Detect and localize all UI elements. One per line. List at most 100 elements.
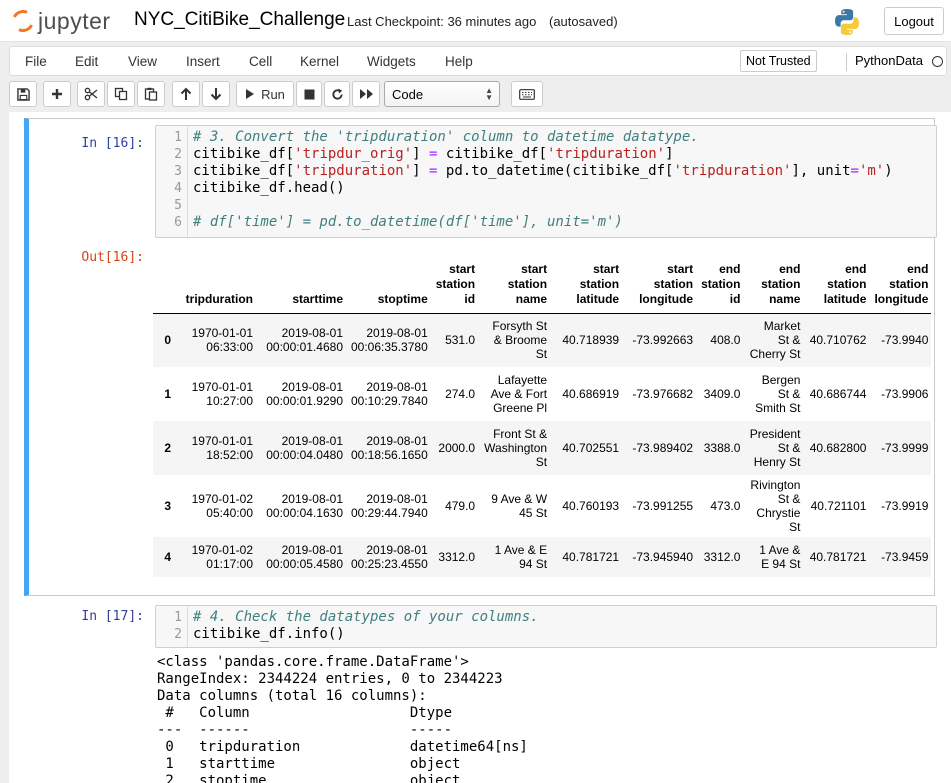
cut-cell-button[interactable] xyxy=(77,81,105,107)
output-line: --- ------ ----- xyxy=(157,722,453,738)
move-cell-down-button[interactable] xyxy=(202,81,230,107)
code-line: citibike_df.info() xyxy=(193,626,345,642)
menu-edit[interactable]: Edit xyxy=(75,54,98,69)
table-cell: 274.0 xyxy=(445,387,476,401)
command-palette-button[interactable] xyxy=(511,81,543,107)
table-row: 3 1970-01-02 05:40:00 2019-08-01 00:00:04.16… xyxy=(153,475,931,537)
output-line: RangeIndex: 2344224 entries, 0 to 234422… xyxy=(157,671,503,687)
table-cell: 2019-08-01 00:00:01.4680 xyxy=(266,326,343,355)
notebook-name[interactable]: NYC_CitiBike_Challenge xyxy=(134,9,345,31)
row-index: 3 xyxy=(164,499,171,513)
input-prompt: In [17]: xyxy=(81,609,144,624)
table-cell: -73.9459 xyxy=(881,550,929,564)
save-button[interactable] xyxy=(9,81,37,107)
code-editor[interactable]: 1 2 # 4. Check the datatypes of your col… xyxy=(155,605,937,648)
table-cell: 2019-08-01 00:06:35.3780 xyxy=(351,326,428,355)
header-text: tripduration xyxy=(185,291,253,306)
output-line: 0 tripduration datetime64[ns] xyxy=(157,739,528,755)
column-header xyxy=(153,261,175,314)
table-cell: 2019-08-01 00:00:04.1630 xyxy=(266,492,343,520)
row-index: 0 xyxy=(164,333,171,348)
header-text: stoptime xyxy=(377,291,428,306)
header-text: station xyxy=(507,276,548,291)
code-line: citibike_df.head() xyxy=(193,180,345,196)
header-text: station xyxy=(827,276,867,291)
header-text: starttime xyxy=(292,291,343,306)
menu-file[interactable]: File xyxy=(25,54,47,69)
table-cell: -73.9906 xyxy=(881,387,929,401)
restart-run-all-button[interactable] xyxy=(352,81,380,107)
header-text: longitude xyxy=(874,291,929,306)
table-cell: 1970-01-02 05:40:00 xyxy=(191,492,253,520)
table-cell: 2019-08-01 00:29:44.7940 xyxy=(351,492,428,520)
output-line: 1 starttime object xyxy=(157,756,461,772)
cell-type-select[interactable]: Code ▲ ▼ xyxy=(384,81,500,107)
table-row: 1 1970-01-01 10:27:00 2019-08-01 00:00:01.92… xyxy=(153,367,931,421)
select-arrows-icon: ▲ ▼ xyxy=(485,86,493,102)
table-cell: 479.0 xyxy=(445,499,476,513)
add-cell-button[interactable] xyxy=(43,81,71,107)
table-cell: 3409.0 xyxy=(703,387,741,401)
menu-insert[interactable]: Insert xyxy=(186,54,220,69)
header-text: id xyxy=(729,291,741,306)
notebook-container[interactable]: In [16]: 1 2 3 4 5 6 # 3. Convert the 't… xyxy=(9,112,951,783)
table-row: 4 1970-01-02 01:17:00 2019-08-01 00:00:05.45… xyxy=(153,537,931,577)
run-button[interactable]: Run xyxy=(236,81,294,107)
column-header: start station latitude xyxy=(551,261,624,314)
code-line: # 3. Convert the 'tripduration' column t… xyxy=(193,129,699,145)
kernel-name[interactable]: PythonData xyxy=(846,53,923,71)
code-cell-16[interactable]: In [16]: 1 2 3 4 5 6 # 3. Convert the 't… xyxy=(24,118,937,596)
last-checkpoint: Last Checkpoint: 36 minutes ago xyxy=(347,14,537,29)
copy-icon xyxy=(114,87,128,101)
dataframe-output[interactable]: tripduration starttime stoptime start statio… xyxy=(153,261,931,595)
table-cell: Bergen St & Smith St xyxy=(755,373,801,415)
restart-kernel-button[interactable] xyxy=(324,81,350,107)
table-cell: 40.682800 xyxy=(809,441,867,455)
paste-icon xyxy=(144,87,158,101)
table-cell: 2019-08-01 00:25:23.4550 xyxy=(351,543,428,571)
stop-icon xyxy=(304,89,314,99)
table-cell: 9 Ave & W 45 St xyxy=(491,492,548,520)
code-editor[interactable]: 1 2 3 4 5 6 # 3. Convert the 'tripdurati… xyxy=(155,125,937,238)
column-header: start station longitude xyxy=(623,261,698,314)
code-line: citibike_df['tripdur_orig'] = citibike_d… xyxy=(193,146,674,162)
not-trusted-button[interactable]: Not Trusted xyxy=(740,50,817,72)
line-number: 2 xyxy=(174,147,182,162)
interrupt-button[interactable] xyxy=(296,81,322,107)
table-cell: 1 Ave & E 94 St xyxy=(494,543,548,571)
table-row: 2 1970-01-01 18:52:00 2019-08-01 00:00:04.04… xyxy=(153,421,931,475)
line-number: 2 xyxy=(174,627,182,642)
table-cell: -73.989402 xyxy=(632,441,694,455)
menu-view[interactable]: View xyxy=(128,54,157,69)
header-text: id xyxy=(464,291,476,306)
column-header: start station name xyxy=(479,261,552,314)
paste-cell-button[interactable] xyxy=(137,81,165,107)
table-cell: 40.710762 xyxy=(809,333,867,348)
logout-button[interactable]: Logout xyxy=(884,7,944,35)
header-text: station xyxy=(653,276,694,291)
header-text: end xyxy=(719,261,741,276)
cell-type-value: Code xyxy=(392,86,424,102)
copy-cell-button[interactable] xyxy=(107,81,135,107)
output-line: # Column Dtype xyxy=(157,705,453,721)
menu-widgets[interactable]: Widgets xyxy=(367,54,416,69)
menu-help[interactable]: Help xyxy=(445,54,473,69)
input-prompt: In [16]: xyxy=(81,136,144,151)
table-cell: 1970-01-01 10:27:00 xyxy=(191,380,253,408)
move-cell-up-button[interactable] xyxy=(172,81,200,107)
table-cell: -73.991255 xyxy=(632,499,694,513)
table-cell: 2019-08-01 00:00:05.4580 xyxy=(266,543,343,571)
code-cell-17[interactable]: In [17]: 1 2 # 4. Check the datatypes of… xyxy=(24,600,937,783)
table-cell: -73.9999 xyxy=(881,441,929,455)
menu-cell[interactable]: Cell xyxy=(249,54,272,69)
save-icon xyxy=(16,87,30,101)
menu-kernel[interactable]: Kernel xyxy=(300,54,339,69)
table-cell: 2019-08-01 00:00:01.9290 xyxy=(266,380,343,408)
column-header: starttime xyxy=(257,261,347,314)
jupyter-logo[interactable]: jupyter xyxy=(8,6,111,36)
table-cell: Forsyth St & Broome St xyxy=(492,319,548,362)
column-header: end station name xyxy=(744,261,805,314)
row-index: 2 xyxy=(164,441,171,455)
table-cell: 473.0 xyxy=(710,499,741,513)
header-text: end xyxy=(845,261,867,276)
